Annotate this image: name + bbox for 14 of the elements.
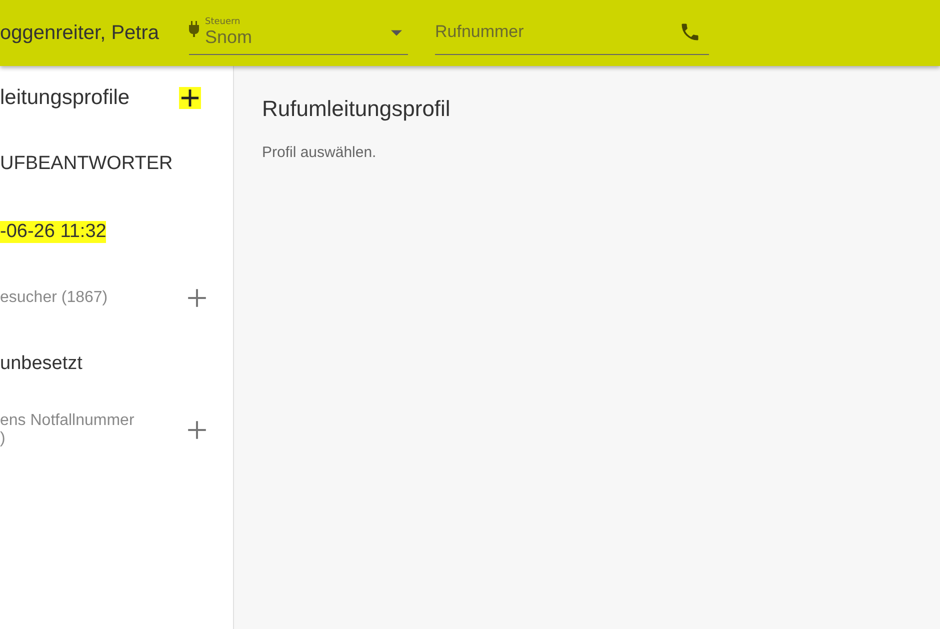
group-label: esucher (1867) <box>0 289 108 307</box>
group-label: ens Notfallnummer ) <box>0 412 134 448</box>
panel-title: Rufumleitungsprofil <box>262 96 452 122</box>
device-select[interactable]: Steuern Snom <box>189 11 408 55</box>
phone-number-field[interactable]: Rufnummer <box>435 22 679 42</box>
sidebar-title: leitungsprofile <box>0 86 130 110</box>
user-name: oggenreiter, Petra <box>0 22 160 44</box>
profile-item[interactable]: -06-26 11:32 <box>0 221 106 243</box>
plug-icon <box>189 21 199 37</box>
profile-item[interactable]: unbesetzt <box>0 353 82 375</box>
profile-item[interactable]: UFBEANTWORTER <box>0 153 173 175</box>
add-icon[interactable] <box>179 87 201 109</box>
hint-text: Profil auswählen. <box>262 144 378 161</box>
caret-icon <box>391 30 402 36</box>
